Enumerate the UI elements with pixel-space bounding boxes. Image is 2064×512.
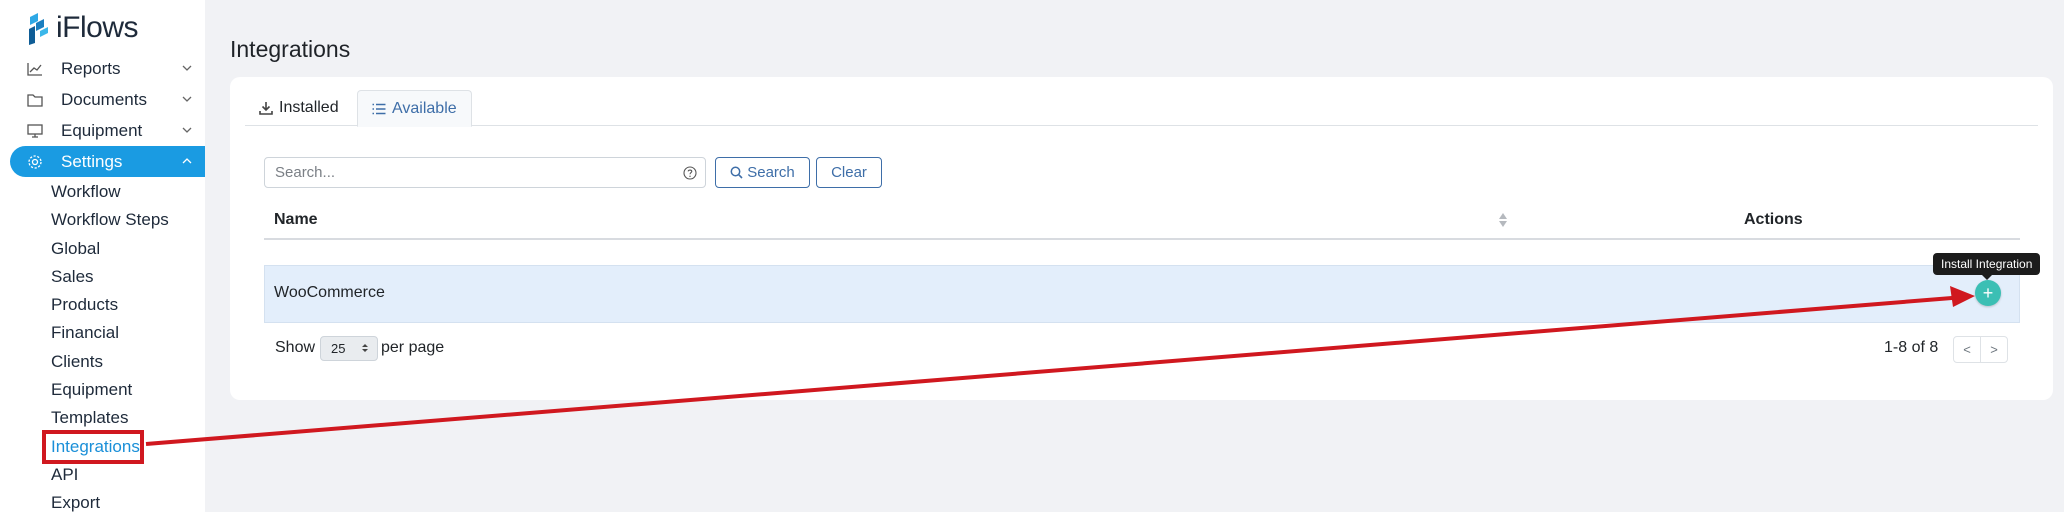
help-circle-icon[interactable] — [683, 166, 697, 180]
gear-icon — [26, 153, 44, 171]
sidebar-subitem-workflow-steps[interactable]: Workflow Steps — [51, 207, 169, 233]
search-button[interactable]: Search — [715, 157, 810, 188]
select-arrows-icon — [362, 344, 368, 352]
chart-line-icon — [26, 60, 44, 78]
column-header-name[interactable]: Name — [274, 211, 318, 229]
sidebar-item-label: Documents — [61, 89, 147, 109]
sidebar-item-reports[interactable]: Reports — [10, 53, 205, 84]
app-logo[interactable]: iFlows — [26, 10, 139, 46]
chevron-up-icon — [182, 158, 192, 164]
sidebar-subitem-financial[interactable]: Financial — [51, 320, 119, 346]
page-title: Integrations — [230, 36, 351, 62]
show-label: Show — [275, 339, 316, 356]
search-icon — [730, 166, 743, 179]
sidebar-subitem-export[interactable]: Export — [51, 490, 100, 512]
clear-button[interactable]: Clear — [816, 157, 882, 188]
sidebar-subitem-sales[interactable]: Sales — [51, 264, 94, 290]
logo-text: iFlows — [56, 11, 139, 44]
monitor-icon — [26, 122, 44, 140]
table-header: Name Actions — [264, 200, 2020, 240]
tab-label: Installed — [279, 99, 339, 116]
pagination-info: 1-8 of 8 — [1884, 339, 1939, 356]
integration-name: WooCommerce — [274, 284, 385, 301]
sidebar-item-label: Equipment — [61, 120, 143, 140]
sidebar-item-settings[interactable]: Settings — [10, 146, 205, 177]
integrations-card: Installed Available Search Clear Name Ac… — [230, 77, 2053, 400]
sort-icon[interactable] — [1498, 212, 1508, 228]
plus-icon: + — [1982, 283, 1994, 303]
annotation-highlight-box — [42, 430, 144, 464]
tab-installed[interactable]: Installed — [245, 90, 353, 126]
per-page-label: per page — [381, 339, 445, 356]
per-page-value: 25 — [331, 341, 346, 356]
pagination-prev-button[interactable]: < — [1953, 336, 1981, 363]
install-integration-button[interactable]: + — [1975, 280, 2001, 306]
column-header-actions: Actions — [1744, 211, 1803, 228]
chevron-down-icon — [182, 65, 192, 71]
sidebar-item-documents[interactable]: Documents — [10, 84, 205, 115]
chevron-down-icon — [182, 127, 192, 133]
tab-label: Available — [392, 99, 457, 117]
sidebar-subitem-clients[interactable]: Clients — [51, 349, 103, 375]
search-field[interactable] — [264, 157, 706, 188]
sidebar-item-equipment[interactable]: Equipment — [10, 115, 205, 146]
tab-bar: Installed Available — [245, 90, 2038, 127]
download-icon — [259, 102, 273, 115]
tab-available[interactable]: Available — [357, 90, 472, 127]
sidebar-subitem-api[interactable]: API — [51, 462, 78, 488]
sidebar-item-label: Settings — [61, 151, 123, 171]
folder-icon — [26, 91, 44, 109]
chevron-down-icon — [182, 96, 192, 102]
sidebar-subitem-global[interactable]: Global — [51, 236, 100, 262]
install-integration-tooltip: Install Integration — [1933, 253, 2041, 280]
table-row[interactable]: WooCommerce — [264, 265, 2020, 323]
search-button-label: Search — [747, 164, 795, 181]
pagination-next-button[interactable]: > — [1980, 336, 2008, 363]
sidebar-subitem-workflow[interactable]: Workflow — [51, 179, 121, 205]
iflows-logo-icon — [29, 13, 48, 45]
sidebar-item-label: Reports — [61, 58, 121, 78]
sidebar-subitem-equipment[interactable]: Equipment — [51, 377, 132, 403]
sidebar-subitem-templates[interactable]: Templates — [51, 405, 128, 431]
list-icon — [372, 103, 386, 114]
sidebar-subitem-products[interactable]: Products — [51, 292, 118, 318]
search-input[interactable] — [275, 164, 675, 181]
per-page-select[interactable]: 25 — [320, 336, 378, 361]
